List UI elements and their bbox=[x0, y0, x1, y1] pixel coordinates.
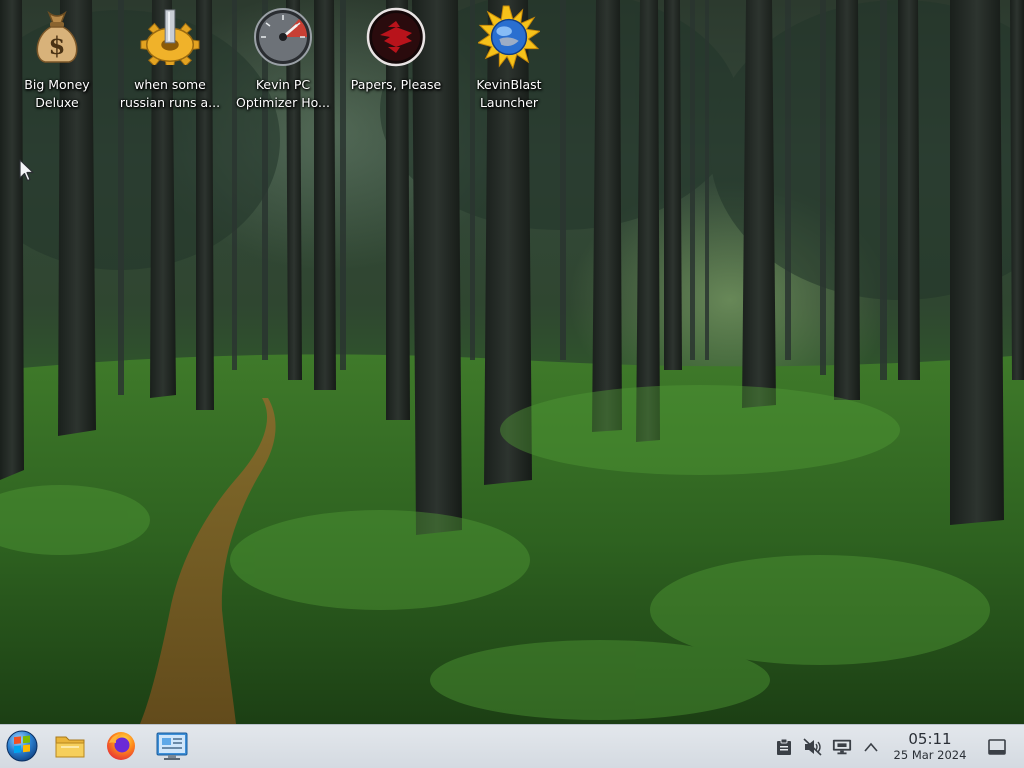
taskbar: 05:11 25 Mar 2024 bbox=[0, 724, 1024, 768]
desktop-icon-kevin-pc-optimizer[interactable]: Kevin PC Optimizer Ho... bbox=[231, 6, 335, 118]
papers-please-emblem-icon bbox=[365, 6, 427, 68]
desktop-icon-label: when some russian runs a... bbox=[119, 77, 221, 110]
start-orb-icon bbox=[6, 730, 38, 762]
start-button[interactable] bbox=[4, 728, 40, 764]
display-tray-button[interactable] bbox=[832, 737, 852, 757]
desktop-icon-big-money-deluxe[interactable]: $ Big Money Deluxe bbox=[5, 6, 109, 118]
display-icon bbox=[832, 739, 852, 755]
show-desktop-icon bbox=[988, 739, 1006, 755]
desktop-icon-papers-please[interactable]: Papers, Please bbox=[344, 6, 448, 118]
control-panel-icon bbox=[156, 732, 188, 760]
clipboard-icon bbox=[777, 738, 791, 755]
show-desktop-button[interactable] bbox=[987, 737, 1007, 757]
blast-globe-icon bbox=[478, 5, 540, 69]
folder-icon bbox=[55, 736, 85, 758]
desktop-icon-when-some-russian[interactable]: when some russian runs a... bbox=[118, 6, 222, 118]
money-bag-icon: $ bbox=[26, 6, 88, 68]
taskbar-control-panel-button[interactable] bbox=[154, 728, 190, 764]
desktop[interactable]: $ Big Money Deluxe when some russian run… bbox=[0, 0, 1024, 724]
volume-tray-button[interactable] bbox=[803, 737, 823, 757]
taskbar-firefox-button[interactable] bbox=[103, 728, 139, 764]
desktop-icon-label: Papers, Please bbox=[350, 77, 442, 92]
volume-muted-icon bbox=[803, 738, 822, 756]
speedometer-icon bbox=[252, 6, 314, 68]
firefox-icon bbox=[107, 732, 135, 760]
desktop-icon-label: KevinBlast Launcher bbox=[476, 77, 542, 110]
desktop-icon-label: Big Money Deluxe bbox=[24, 77, 90, 110]
clipboard-tray-button[interactable] bbox=[774, 737, 794, 757]
show-hidden-icons-button[interactable] bbox=[861, 737, 881, 757]
clock-time: 05:11 bbox=[908, 730, 952, 748]
gear-icon bbox=[139, 6, 201, 68]
taskbar-clock[interactable]: 05:11 25 Mar 2024 bbox=[884, 730, 976, 763]
clock-date: 25 Mar 2024 bbox=[893, 748, 967, 762]
taskbar-file-manager-button[interactable] bbox=[52, 728, 88, 764]
mouse-pointer-icon bbox=[19, 159, 34, 182]
desktop-icon-label: Kevin PC Optimizer Ho... bbox=[236, 77, 330, 110]
desktop-icon-kevinblast-launcher[interactable]: KevinBlast Launcher bbox=[457, 5, 561, 118]
svg-text:$: $ bbox=[49, 31, 66, 60]
chevron-up-icon bbox=[864, 742, 878, 752]
